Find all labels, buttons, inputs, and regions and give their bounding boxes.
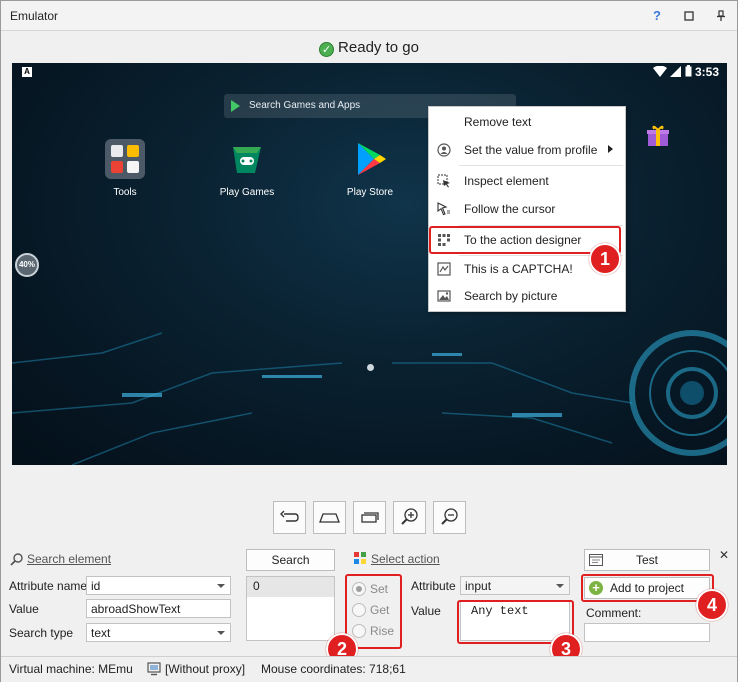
back-icon [280, 510, 299, 522]
recents-icon [361, 512, 379, 523]
title-bar: Emulator ? [1, 1, 737, 31]
cursor-icon [437, 202, 451, 216]
app-label: Play Store [346, 187, 394, 198]
submenu-arrow-icon [608, 145, 613, 153]
menu-item-label: This is a CAPTCHA! [464, 262, 573, 276]
tools-folder-icon [105, 139, 145, 179]
attribute-name-select[interactable]: id [86, 576, 231, 595]
comment-input[interactable] [584, 623, 710, 642]
status-time: 3:53 [694, 65, 719, 79]
menu-item-remove-text[interactable]: Remove text [429, 110, 625, 134]
attribute-select[interactable]: input [460, 576, 570, 595]
callout-badge-1: 1 [589, 243, 621, 275]
page-indicator-dot [367, 364, 374, 371]
action-value-label: Value [411, 604, 441, 618]
inspect-icon [437, 174, 451, 188]
attribute-label: Attribute [411, 579, 456, 593]
search-type-value: text [91, 626, 111, 640]
check-circle-icon: ✓ [319, 42, 335, 57]
play-store-icon [350, 139, 390, 179]
zoom-out-icon [441, 508, 458, 525]
status-bar: Virtual machine: MEmu [Without proxy] Mo… [1, 656, 737, 682]
ready-status-text: Ready to go [338, 39, 419, 56]
zoom-in-icon [401, 508, 418, 525]
attribute-name-value: id [91, 579, 101, 593]
chevron-down-icon [217, 584, 225, 588]
search-result-item[interactable]: 0 [247, 577, 334, 597]
home-button[interactable] [313, 501, 346, 534]
select-action-icon [354, 552, 366, 564]
menu-item-label: Remove text [464, 115, 532, 129]
emulator-window: Emulator ? ✓ Ready to go A 3:53 Search G… [0, 0, 738, 682]
pin-icon [717, 10, 725, 21]
select-action-link[interactable]: Select action [371, 552, 440, 566]
close-icon[interactable]: ✕ [719, 548, 729, 562]
menu-item-search-by-picture[interactable]: Search by picture [429, 284, 625, 308]
zoom-out-button[interactable] [433, 501, 466, 534]
google-play-icon [231, 100, 240, 112]
back-button[interactable] [273, 501, 306, 534]
chevron-down-icon [556, 584, 564, 588]
mouse-coordinates: Mouse coordinates: 718;61 [261, 662, 406, 676]
proxy-icon [147, 662, 161, 676]
search-results-list[interactable]: 0 [246, 576, 335, 641]
play-games-icon [227, 139, 267, 179]
menu-item-inspect-element[interactable]: Inspect element [429, 169, 625, 193]
menu-item-label: Inspect element [464, 174, 549, 188]
callout-badge-4: 4 [696, 589, 728, 621]
signal-icon [670, 66, 682, 77]
app-play-store[interactable]: Play Store [330, 139, 410, 198]
virtual-machine-status: Virtual machine: MEmu [9, 662, 133, 676]
proxy-status[interactable]: [Without proxy] [165, 662, 245, 676]
recents-button[interactable] [353, 501, 386, 534]
help-button[interactable]: ? [648, 7, 666, 25]
maximize-button[interactable] [680, 7, 698, 25]
picture-icon [437, 289, 451, 303]
maximize-icon [684, 11, 694, 21]
battery-level-indicator: 40% [15, 253, 39, 277]
search-element-link[interactable]: Search element [27, 552, 111, 566]
context-menu: Remove text Set the value from profile I… [428, 106, 626, 312]
app-label: Play Games [219, 187, 275, 198]
battery-icon [685, 65, 692, 77]
menu-item-set-value-from-profile[interactable]: Set the value from profile [429, 138, 625, 162]
app-tools[interactable]: Tools [85, 139, 165, 198]
wifi-icon [652, 65, 667, 77]
captcha-icon [437, 262, 451, 276]
search-icon [10, 553, 23, 566]
gift-icon[interactable] [646, 125, 670, 147]
value-input[interactable]: abroadShowText [86, 599, 231, 618]
status-app-badge: A [22, 67, 32, 77]
menu-separator [459, 165, 623, 166]
status-bar-right: 3:53 [652, 65, 719, 79]
search-type-label: Search type [9, 626, 74, 640]
app-label: Tools [113, 187, 137, 198]
menu-item-label: Search by picture [464, 289, 558, 303]
attribute-value: input [465, 579, 492, 593]
zoom-in-button[interactable] [393, 501, 426, 534]
test-button[interactable]: Test [584, 549, 710, 571]
app-play-games[interactable]: Play Games [207, 139, 287, 198]
test-button-label: Test [635, 553, 658, 567]
chevron-down-icon [217, 631, 225, 635]
search-button[interactable]: Search [246, 549, 335, 571]
ready-status: ✓ Ready to go [1, 39, 737, 57]
callout-box-add-to-project [581, 574, 714, 602]
menu-item-label: Set the value from profile [464, 143, 598, 157]
test-icon [589, 554, 603, 566]
menu-item-follow-cursor[interactable]: Follow the cursor [429, 197, 625, 221]
value-input-text: abroadShowText [91, 602, 181, 616]
profile-icon [437, 143, 451, 157]
menu-item-label: Follow the cursor [464, 202, 556, 216]
comment-label: Comment: [586, 606, 642, 620]
attribute-name-label: Attribute name [9, 579, 88, 593]
home-icon [319, 513, 340, 523]
pin-button[interactable] [712, 7, 730, 25]
value-label: Value [9, 602, 39, 616]
search-type-select[interactable]: text [86, 623, 231, 642]
window-title: Emulator [10, 9, 59, 23]
android-search-placeholder: Search Games and Apps [249, 100, 361, 111]
